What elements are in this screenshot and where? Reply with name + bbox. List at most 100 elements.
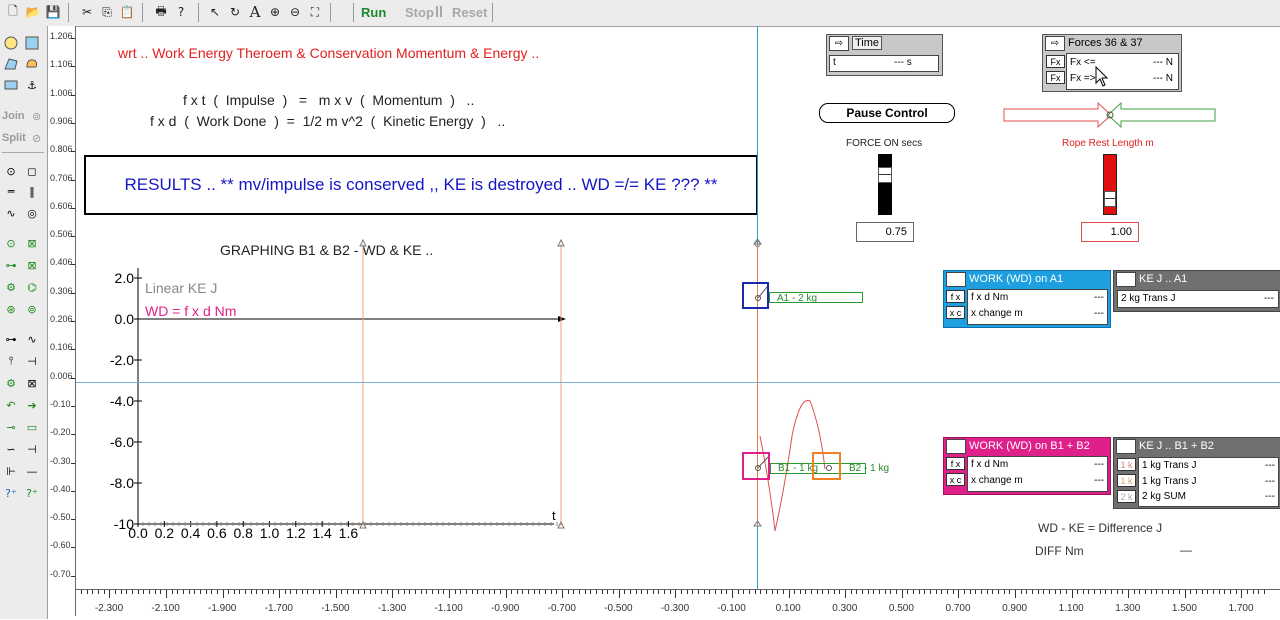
arrow-right-icon[interactable]: ⇨ [946, 438, 966, 454]
linear-actuator-icon[interactable]: ⊠ [24, 376, 40, 390]
work-equation: f x d ( Work Done ) = 1/2 m v^2 ( Kineti… [150, 113, 506, 129]
run-button[interactable]: Run [361, 5, 386, 20]
split-button[interactable]: Split [2, 132, 26, 144]
y-tick-label: -2.0 [110, 352, 134, 368]
pointer-icon[interactable]: ↖ [206, 3, 224, 21]
arrow-right-icon[interactable]: ⇨ [946, 271, 966, 287]
diff-label: WD - KE = Difference J [1038, 521, 1163, 535]
xc-icon: x c [946, 306, 965, 319]
arrow-right-icon[interactable]: ⇨ [1045, 35, 1065, 51]
ke-b-row3-value: --- [1265, 491, 1275, 502]
ruler-label: -0.700 [547, 603, 576, 614]
curved-slot-icon[interactable]: ∿ [3, 206, 19, 220]
text-tool-icon[interactable]: A [246, 3, 264, 21]
rectangle-body-icon[interactable] [3, 78, 19, 92]
wd-a1-panel[interactable]: ⇨ WORK (WD) on A1 f x x c f x d Nm --- x … [943, 270, 1111, 328]
help-icon[interactable]: ? [172, 3, 190, 21]
copy-icon[interactable]: ⎘ [98, 3, 116, 21]
ruler-label: 0.700 [945, 603, 971, 614]
keyed-slot-icon[interactable]: ⊠ [24, 258, 40, 272]
rigid-joint-icon[interactable]: ⊠ [24, 236, 40, 250]
zoom-in-icon[interactable]: ⊕ [266, 3, 284, 21]
body-b1[interactable] [742, 452, 770, 480]
curved-slot-joint-icon[interactable]: ⊛ [3, 302, 19, 316]
curve-icon[interactable]: ∽ [3, 442, 19, 456]
ruler-label: -0.10 [50, 398, 71, 409]
point-element-icon[interactable]: ⊙ [3, 164, 19, 178]
line-icon[interactable]: — [24, 464, 40, 478]
zoom-out-icon[interactable]: ⊖ [286, 3, 304, 21]
ruler-label: 0.106 [50, 342, 73, 353]
slot-joint-icon[interactable]: ⊶ [3, 258, 19, 272]
stop-button[interactable]: Stop [405, 5, 434, 20]
vertical-ruler: 1.206 1.106 1.006 0.906 0.806 0.706 0.606 0.506… [48, 26, 76, 616]
force-arrows [1003, 102, 1216, 128]
rope-icon[interactable]: ‖ [24, 184, 40, 198]
rope-constraint-icon[interactable]: ⊸ [3, 420, 19, 434]
arrow-right-icon[interactable]: ⇨ [1116, 271, 1136, 287]
save-icon[interactable]: 💾 [44, 3, 62, 21]
anchor-icon[interactable]: ⚓ [24, 78, 40, 92]
linear-damper-icon[interactable]: ⊣ [24, 354, 40, 368]
ruler-label: 0.500 [888, 603, 914, 614]
ring-icon[interactable]: ◎ [24, 206, 40, 220]
ruler-label: -0.300 [660, 603, 690, 614]
square-body-icon[interactable] [24, 36, 40, 50]
ke-icon: 1 k [1117, 474, 1136, 487]
rope-length-value[interactable]: 1.00 [1081, 222, 1139, 242]
rotate-icon[interactable]: ↻ [226, 3, 244, 21]
curved-body-icon[interactable] [24, 57, 40, 71]
pause-control-button[interactable]: Pause Control [819, 103, 955, 123]
x-tick-label: 1.2 [286, 525, 306, 541]
damper-icon[interactable]: ⫯ [3, 354, 19, 368]
rotary-motor-icon[interactable]: ⚙ [3, 376, 19, 390]
query-point-icon[interactable]: ?⁺ [3, 486, 19, 500]
fx-icon: f x [946, 290, 965, 303]
motor-icon[interactable]: ⚙ [3, 280, 19, 294]
ruler-label: -0.20 [50, 427, 71, 438]
separator-icon[interactable]: ⊣ [24, 442, 40, 456]
ruler-label: -1.500 [321, 603, 350, 614]
arrow-right-icon[interactable]: ⇨ [1116, 438, 1136, 454]
force-on-value[interactable]: 0.75 [856, 222, 914, 242]
paste-icon[interactable]: 📋 [118, 3, 136, 21]
query-body-icon[interactable]: ?⁺ [24, 486, 40, 500]
open-folder-icon[interactable]: 📂 [24, 3, 42, 21]
wd-a1-row1: f x d Nm [971, 292, 1009, 303]
square-point-icon[interactable]: ◻ [24, 164, 40, 178]
meter-icon[interactable]: ⊩ [3, 464, 19, 478]
rope-length-slider[interactable] [1103, 154, 1117, 215]
circle-body-icon[interactable] [3, 36, 19, 50]
body-b2[interactable] [812, 452, 841, 480]
zigzag-spring-icon[interactable]: ∿ [24, 332, 40, 346]
gear-joint-icon[interactable]: ⊚ [24, 302, 40, 316]
body-a1[interactable] [742, 282, 769, 309]
ruler-label: 0.100 [775, 603, 801, 614]
wd-b-panel[interactable]: ⇨ WORK (WD) on B1 + B2 f x x c f x d Nm -… [943, 437, 1111, 495]
reset-button[interactable]: Reset [452, 5, 487, 20]
ke-icon: 2 k [1117, 490, 1136, 503]
actuator-icon[interactable]: ⌬ [24, 280, 40, 294]
cut-icon[interactable]: ✂ [78, 3, 96, 21]
results-box[interactable]: RESULTS .. ** mv/impulse is conserved ,,… [84, 155, 758, 215]
time-value: --- s [894, 57, 912, 68]
arrow-right-icon[interactable]: ⇨ [829, 35, 849, 51]
force-icon[interactable]: ➔ [24, 398, 40, 412]
join-button[interactable]: Join [2, 110, 25, 122]
forces-panel[interactable]: ⇨ Forces 36 & 37 Fx Fx Fx <= --- N Fx => … [1042, 34, 1182, 92]
pin-joint-icon[interactable]: ⊙ [3, 236, 19, 250]
force-on-slider[interactable] [878, 154, 892, 215]
zoom-fit-icon[interactable]: ⛶ [306, 3, 324, 21]
spring-icon[interactable]: ⊶ [3, 332, 19, 346]
xc-icon: x c [946, 473, 965, 486]
time-panel[interactable]: ⇨ Time t --- s [826, 34, 943, 76]
ke-b-panel[interactable]: ⇨ KE J .. B1 + B2 1 k 1 k 2 k 1 kg Trans … [1113, 437, 1280, 509]
torque-icon[interactable]: ↶ [3, 398, 19, 412]
ke-a1-panel[interactable]: ⇨ KE J .. A1 2 kg Trans J --- [1113, 270, 1280, 312]
ruler-label: -0.30 [50, 455, 71, 466]
polygon-body-icon[interactable] [3, 57, 19, 71]
pulley-icon[interactable]: ▭ [24, 420, 40, 434]
new-file-icon[interactable]: 🗋 [4, 3, 22, 21]
rod-icon[interactable]: ═ [3, 184, 19, 198]
print-icon[interactable]: 🖶 [152, 3, 170, 21]
